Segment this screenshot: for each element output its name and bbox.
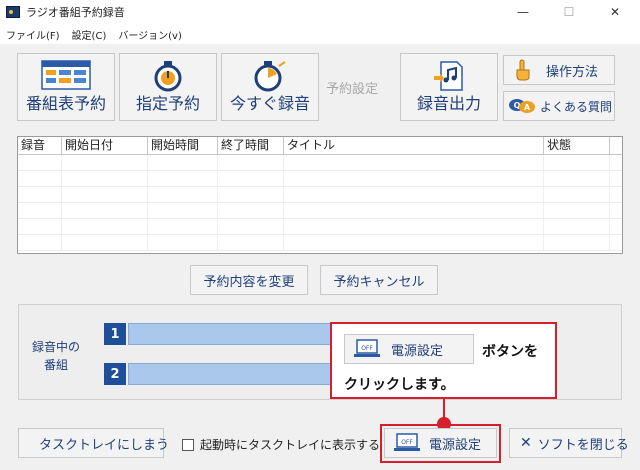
stopwatch-icon xyxy=(154,61,182,92)
close-window-button[interactable]: ✕ xyxy=(592,0,638,24)
startup-tasktray-checkbox[interactable] xyxy=(182,438,194,451)
callout-power-label: 電源設定 xyxy=(391,343,444,359)
qa-bubble-icon: Q A xyxy=(509,99,535,113)
record-now-stopwatch-icon xyxy=(254,61,286,92)
list-empty-row xyxy=(18,203,622,219)
app-icon xyxy=(6,6,20,18)
list-empty-row xyxy=(18,171,622,187)
instruction-callout: OFF 電源設定 ボタンを クリックします。 xyxy=(330,322,557,399)
recording-slot-2-bar xyxy=(128,363,338,385)
recording-label-line1: 録音中の xyxy=(31,340,80,354)
list-header: 録音 開始日付 開始時間 終了時間 タイトル 状態 xyxy=(18,137,622,155)
menu-version[interactable]: バージョン(v) xyxy=(118,27,182,42)
recording-label-line2: 番組 xyxy=(43,358,68,372)
menu-settings[interactable]: 設定(C) xyxy=(72,27,107,42)
slot-number-1: 1 xyxy=(104,323,126,345)
export-music-icon xyxy=(434,61,463,91)
maximize-button[interactable]: ☐ xyxy=(546,0,592,24)
svg-text:A: A xyxy=(524,103,531,112)
export-recording-label: 録音出力 xyxy=(416,94,481,113)
timer-reservation-button[interactable]: 指定予約 xyxy=(119,53,217,121)
schedule-table-button[interactable]: 番組表予約 xyxy=(17,53,115,121)
howto-button[interactable]: 操作方法 xyxy=(503,55,615,85)
startup-tasktray-option[interactable]: 起動時にタスクトレイに表示する xyxy=(182,436,380,453)
slot-number-2: 2 xyxy=(104,363,126,385)
schedule-grid-icon xyxy=(41,60,91,90)
laptop-off-icon: OFF xyxy=(354,339,380,357)
list-empty-row xyxy=(18,235,622,251)
column-status[interactable]: 状態 xyxy=(544,137,610,154)
title-bar: ラジオ番組予約録音 — ☐ ✕ xyxy=(0,0,640,24)
menu-file[interactable]: ファイル(F) xyxy=(6,27,60,42)
list-empty-row xyxy=(18,219,622,235)
close-software-label: ソフトを閉じる xyxy=(537,437,629,453)
menu-bar: ファイル(F) 設定(C) バージョン(v) xyxy=(0,24,640,44)
howto-label: 操作方法 xyxy=(546,64,599,80)
record-now-button[interactable]: 今すぐ録音 xyxy=(221,53,319,121)
callout-text-line1: ボタンを xyxy=(482,344,538,360)
export-recording-button[interactable]: 録音出力 xyxy=(400,53,498,121)
column-title[interactable]: タイトル xyxy=(284,137,544,154)
svg-text:OFF: OFF xyxy=(361,345,373,352)
minimize-button[interactable]: — xyxy=(500,0,546,24)
reservation-list[interactable]: 録音 開始日付 開始時間 終了時間 タイトル 状態 xyxy=(17,136,623,254)
change-reservation-button[interactable]: 予約内容を変更 xyxy=(190,265,308,295)
faq-button[interactable]: Q A よくある質問 xyxy=(503,91,615,121)
tasktray-button[interactable]: タスクトレイにしまう xyxy=(18,428,169,458)
list-empty-row xyxy=(18,155,622,171)
timer-reservation-label: 指定予約 xyxy=(135,94,200,113)
power-button-highlight xyxy=(380,424,501,463)
column-start-time[interactable]: 開始時間 xyxy=(148,137,218,154)
record-now-label: 今すぐ録音 xyxy=(229,94,310,113)
recording-slot-1-bar xyxy=(128,323,338,345)
reservation-settings-button: 予約設定 xyxy=(326,82,379,97)
schedule-table-label: 番組表予約 xyxy=(25,94,106,113)
tasktray-label: タスクトレイにしまう xyxy=(39,437,170,453)
faq-label: よくある質問 xyxy=(540,99,613,114)
cancel-reservation-button[interactable]: 予約キャンセル xyxy=(320,265,438,295)
list-empty-row xyxy=(18,187,622,203)
column-start-date[interactable]: 開始日付 xyxy=(62,137,148,154)
column-recording[interactable]: 録音 xyxy=(18,137,62,154)
callout-text-line2: クリックします。 xyxy=(344,377,455,393)
recording-label: 録音中の 番組 xyxy=(26,338,86,374)
list-body xyxy=(18,155,622,251)
window-title: ラジオ番組予約録音 xyxy=(26,6,125,19)
column-end-time[interactable]: 終了時間 xyxy=(218,137,284,154)
close-x-icon: ✕ xyxy=(520,435,532,451)
pointing-hand-icon xyxy=(516,59,530,81)
startup-tasktray-label: 起動時にタスクトレイに表示する xyxy=(200,438,381,452)
close-software-button[interactable]: ✕ ソフトを閉じる xyxy=(509,428,629,458)
callout-power-button-image: OFF 電源設定 xyxy=(344,334,474,364)
